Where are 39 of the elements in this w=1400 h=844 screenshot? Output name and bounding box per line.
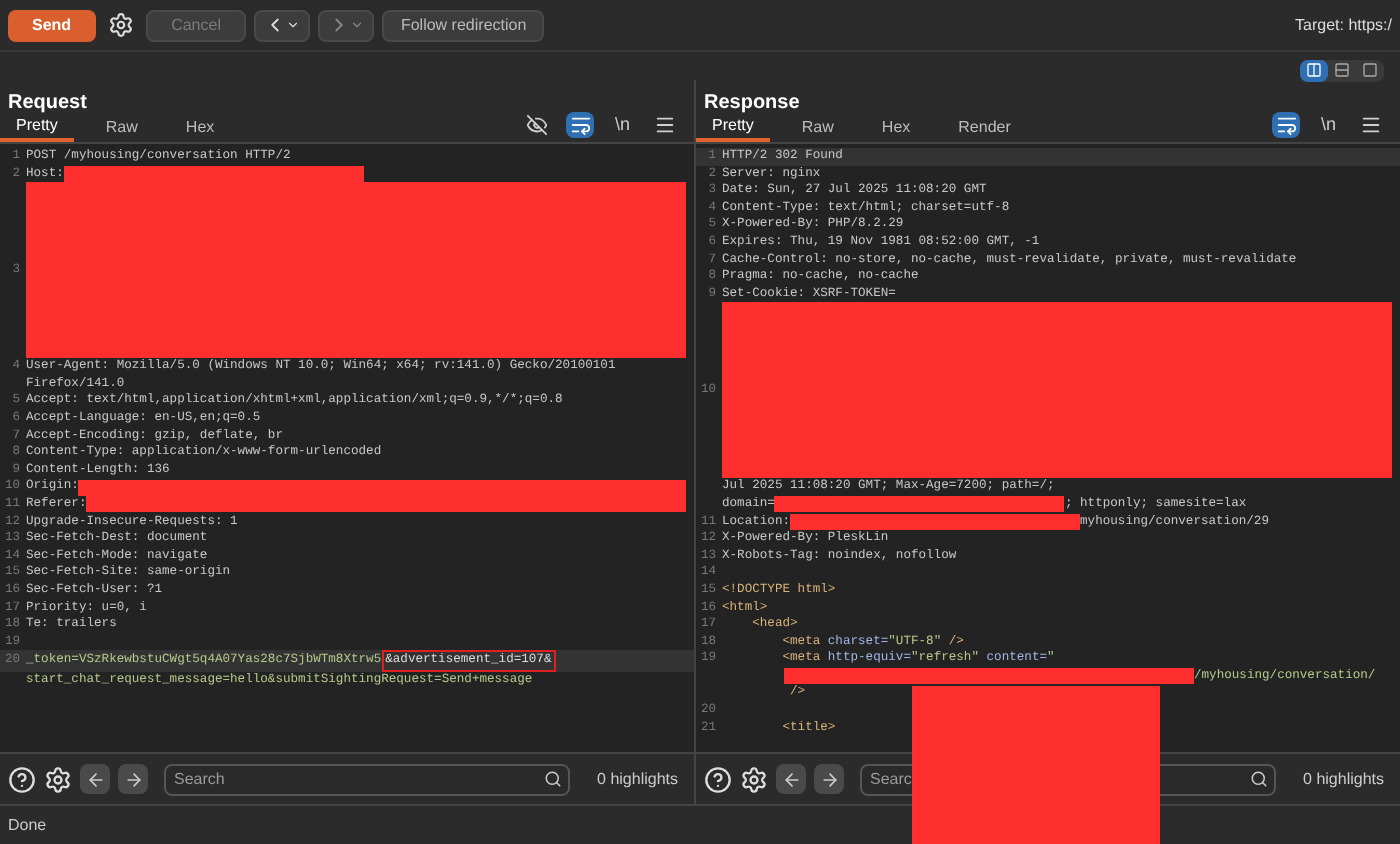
view-tab[interactable]: Render xyxy=(942,114,1027,142)
help-icon[interactable] xyxy=(704,765,732,793)
layout-toggle[interactable] xyxy=(1300,59,1328,81)
previous-button[interactable] xyxy=(80,764,110,794)
view-tab[interactable]: Hex xyxy=(865,114,927,142)
previous-button[interactable] xyxy=(776,764,806,794)
send-button[interactable]: Send xyxy=(8,9,96,41)
next-button[interactable] xyxy=(118,764,148,794)
status-text: Done xyxy=(8,813,47,837)
follow-redirection-button[interactable]: Follow redirection xyxy=(382,9,545,41)
wrap-text-icon[interactable] xyxy=(1272,111,1301,138)
right-arrow-icon xyxy=(819,769,839,789)
search-field[interactable]: Search xyxy=(164,763,570,795)
settings-icon[interactable] xyxy=(107,12,134,38)
newline-button[interactable]: \n xyxy=(1316,111,1340,138)
settings-icon[interactable] xyxy=(740,765,768,793)
left-arrow-icon xyxy=(85,769,105,789)
next-button[interactable] xyxy=(814,764,844,794)
wrap-text-icon[interactable] xyxy=(566,111,595,138)
left-arrow-icon xyxy=(781,769,801,789)
search-icon xyxy=(1250,770,1268,788)
panel-title: Response xyxy=(702,90,802,116)
panel-title: Request xyxy=(6,90,89,116)
highlights-count: 0 highlights xyxy=(595,767,680,791)
hide-icon[interactable] xyxy=(522,111,551,138)
target-label: Target: https:/ xyxy=(1295,13,1392,37)
view-tab[interactable]: Raw xyxy=(89,114,154,142)
view-tab[interactable]: Raw xyxy=(785,114,850,142)
search-icon xyxy=(544,770,562,788)
cancel-button: Cancel xyxy=(145,9,247,41)
caret-icon[interactable] xyxy=(286,18,301,32)
back-button[interactable] xyxy=(254,9,311,41)
view-tab[interactable]: Hex xyxy=(169,114,231,142)
right-arrow-icon xyxy=(123,769,143,789)
newline-button[interactable]: \n xyxy=(610,111,634,138)
highlights-count: 0 highlights xyxy=(1301,767,1386,791)
help-icon[interactable] xyxy=(8,765,36,793)
settings-icon[interactable] xyxy=(44,765,72,793)
forward-button[interactable] xyxy=(318,9,375,41)
